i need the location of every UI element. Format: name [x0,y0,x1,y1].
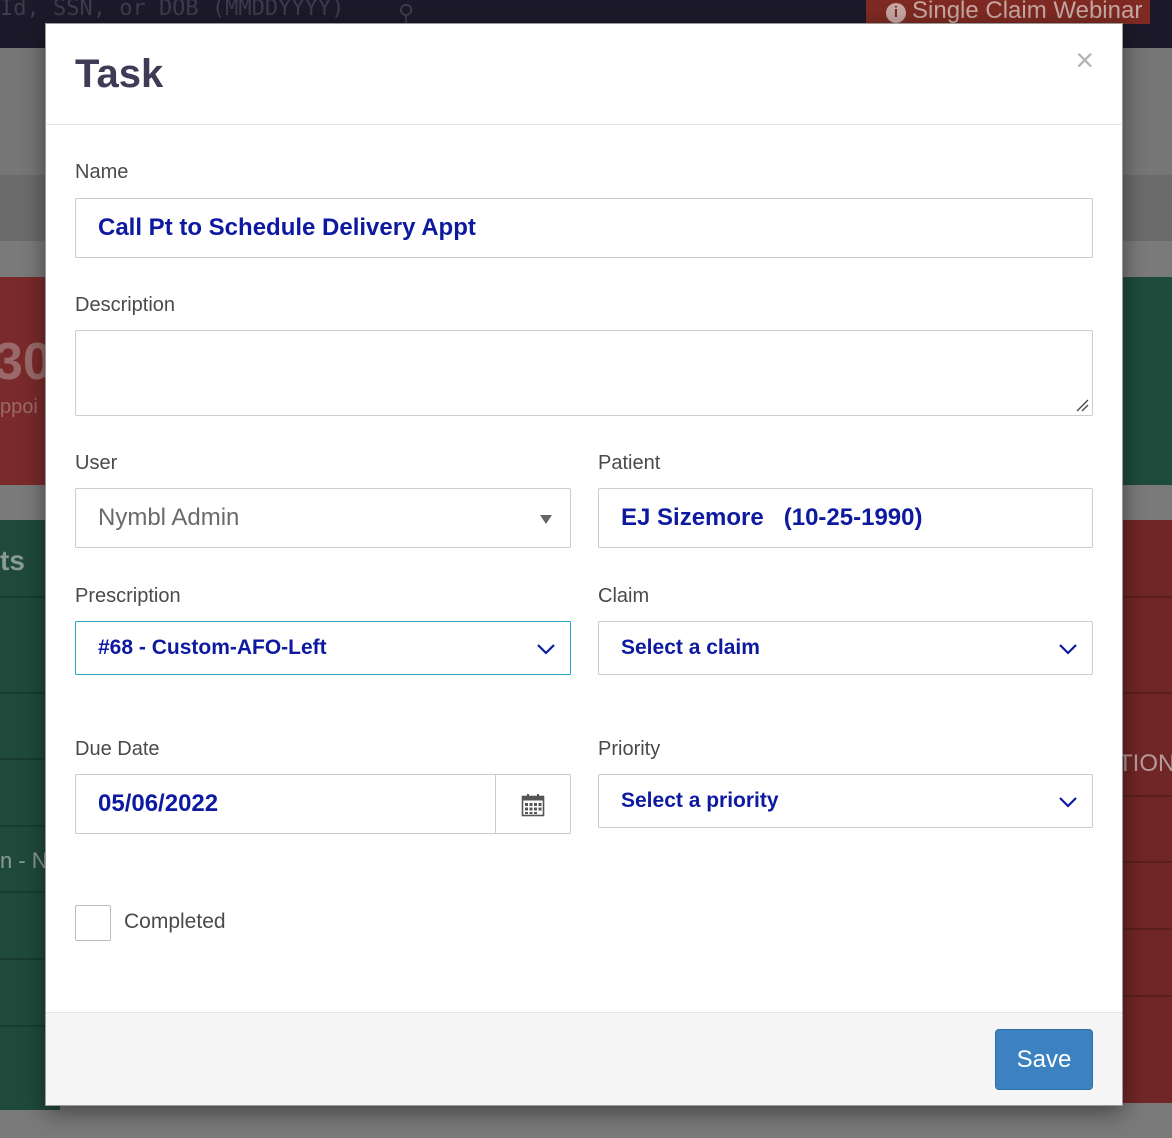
name-label: Name [75,161,129,183]
chevron-down-icon [1059,644,1077,655]
prescription-label: Prescription [75,585,181,607]
calendar-button[interactable] [495,774,571,834]
user-label: User [75,452,118,474]
claim-label: Claim [598,585,650,607]
info-icon: i [886,3,906,23]
calendar-icon [521,794,545,817]
description-textarea[interactable] [75,330,1093,416]
global-search-input: Id, SSN, or DOB (MMDDYYYY) [0,0,345,21]
close-icon[interactable]: × [1075,44,1094,76]
caret-down-icon [540,515,552,524]
name-value: Call Pt to Schedule Delivery Appt [98,214,476,241]
user-select[interactable]: Nymbl Admin [75,488,571,548]
bg-divider [1115,995,1172,997]
bg-divider [1115,596,1172,598]
completed-checkbox[interactable] [75,905,111,941]
bg-divider [1115,692,1172,694]
name-input[interactable]: Call Pt to Schedule Delivery Appt [75,198,1093,258]
bg-panel-red [1115,520,1172,1103]
save-button[interactable]: Save [995,1029,1093,1090]
patient-label: Patient [598,452,661,474]
patient-input[interactable]: EJ Sizemore (10-25-1990) [598,488,1093,548]
modal-title: Task [75,52,164,96]
bg-stat-card-green [1115,277,1172,485]
priority-label: Priority [598,738,661,760]
modal-footer: Save [46,1012,1122,1105]
task-modal: Task × Name Call Pt to Schedule Delivery… [45,23,1123,1106]
priority-select[interactable]: Select a priority [598,774,1093,828]
claim-select[interactable]: Select a claim [598,621,1093,675]
bg-panel-title: ts [0,545,25,576]
chevron-down-icon [537,644,555,655]
patient-value: EJ Sizemore (10-25-1990) [621,504,923,531]
user-value: Nymbl Admin [98,504,240,531]
prescription-value: #68 - Custom-AFO-Left [98,636,327,659]
webinar-label: Single Claim Webinar [912,0,1143,24]
claim-value: Select a claim [621,636,760,659]
priority-value: Select a priority [621,789,779,812]
bg-column-header: TION [1118,750,1172,777]
due-date-label: Due Date [75,738,160,760]
prescription-select[interactable]: #68 - Custom-AFO-Left [75,621,571,675]
description-label: Description [75,294,176,316]
chevron-down-icon [1059,797,1077,808]
webinar-banner: i Single Claim Webinar [866,0,1150,24]
due-date-value: 05/06/2022 [98,790,219,817]
due-date-input[interactable]: 05/06/2022 [75,774,496,834]
resize-handle-icon[interactable] [1075,398,1089,412]
bg-divider [1115,928,1172,930]
modal-header: Task × [46,24,1122,125]
bg-divider [1115,795,1172,797]
bg-stat-label: ppoi [0,396,38,418]
completed-label: Completed [124,910,226,933]
bg-divider [1115,861,1172,863]
